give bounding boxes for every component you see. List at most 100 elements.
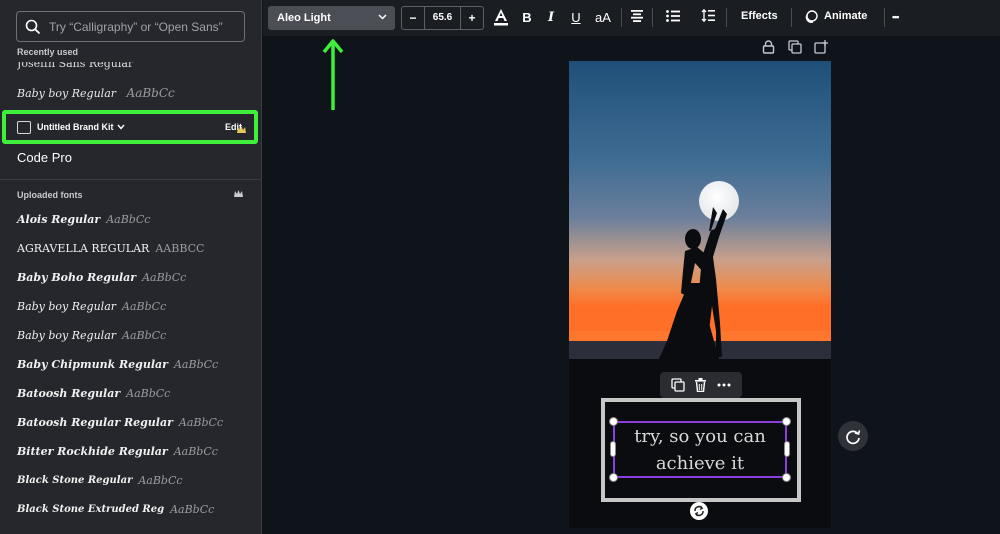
font-sample: AaBbCc	[138, 474, 183, 487]
font-size-increase-button[interactable]: +	[461, 11, 483, 25]
divider	[0, 179, 261, 180]
brand-kit-label: Untitled Brand Kit	[37, 122, 114, 132]
font-sample: AaBbCc	[173, 445, 218, 458]
animate-button[interactable]: Animate	[824, 10, 867, 22]
font-sample: AaBbCc	[126, 86, 175, 100]
recently-used-label: Recently used	[17, 47, 79, 57]
font-sample: AaBbCc	[173, 358, 219, 371]
toolbar-divider	[621, 8, 622, 27]
letter-case-button[interactable]: aA	[592, 8, 614, 28]
font-family-value: Aleo Light	[277, 12, 331, 24]
font-name: Black Stone Extruded Reg	[17, 504, 165, 515]
uploaded-font-item[interactable]: Bitter Rockhide Regular AaBbCc	[0, 437, 261, 466]
font-name: AGRAVELLA REGULAR	[17, 242, 150, 255]
text-line: try, so you can	[634, 426, 766, 447]
uploaded-font-item[interactable]: Baby boy Regular AaBbCc	[0, 292, 261, 321]
recent-font-item[interactable]: Joseffn Sans Regular	[17, 62, 133, 70]
font-sample: AaBbCc	[126, 387, 171, 400]
animate-icon	[805, 10, 818, 23]
text-line: achieve it	[655, 453, 745, 474]
uploaded-font-item[interactable]: Baby Chipmunk Regular AaBbCc	[0, 350, 261, 379]
font-name: Baby boy Regular	[17, 329, 117, 342]
text-align-button[interactable]	[628, 8, 646, 28]
uploaded-font-item[interactable]: Black Stone Regular AaBbCc	[0, 466, 261, 495]
font-sample: AaBbCc	[170, 503, 215, 516]
crown-icon	[234, 190, 243, 197]
search-placeholder: Try “Calligraphy” or “Open Sans”	[49, 19, 223, 34]
refresh-icon	[846, 430, 861, 445]
font-name: Batoosh Regular	[17, 387, 121, 400]
font-name: Alois Regular	[17, 213, 101, 226]
add-page-icon[interactable]	[814, 40, 828, 54]
uploaded-font-item[interactable]: Batoosh Regular Regular AaBbCc	[0, 408, 261, 437]
recent-font-item[interactable]: Baby boy Regular AaBbCc	[17, 86, 175, 100]
uploaded-font-item[interactable]: Baby boy Regular AaBbCc	[0, 321, 261, 350]
text-color-icon	[494, 9, 508, 26]
italic-button[interactable]: I	[542, 8, 560, 28]
uploaded-fonts-label: Uploaded fonts	[17, 190, 83, 200]
bulleted-list-icon	[666, 10, 680, 22]
toolbar-divider	[791, 8, 792, 27]
font-name: Batoosh Regular Regular	[17, 416, 173, 429]
element-floating-toolbar	[660, 372, 742, 398]
arrow-up-annotation	[322, 39, 344, 110]
resize-handle-right[interactable]	[784, 441, 790, 457]
font-name: Code Pro	[17, 150, 72, 165]
uploaded-font-item[interactable]: Baby Boho Regular AaBbCc	[0, 263, 261, 292]
uploaded-fonts-list: Alois Regular AaBbCc AGRAVELLA REGULAR AAB…	[0, 205, 261, 524]
moon	[699, 181, 739, 221]
trash-icon[interactable]	[694, 378, 707, 392]
brand-font-item[interactable]: Code Pro	[17, 150, 72, 165]
toolbar-divider	[726, 8, 727, 27]
font-sample: AaBbCc	[142, 271, 187, 284]
uploaded-font-item[interactable]: AGRAVELLA REGULAR AABBCC	[0, 234, 261, 263]
font-sample: AABBCC	[155, 242, 205, 255]
refresh-button[interactable]	[838, 421, 868, 451]
line-spacing-icon	[701, 8, 715, 23]
rotate-handle[interactable]	[690, 502, 708, 520]
resize-handle-bottom-right[interactable]	[782, 473, 791, 482]
crown-icon	[237, 126, 246, 133]
chevron-down-icon	[116, 124, 125, 130]
brand-kit-selector[interactable]: Untitled Brand Kit Edit	[2, 110, 258, 144]
uploaded-font-item[interactable]: Black Stone Extruded Reg AaBbCc	[0, 495, 261, 524]
chevron-down-icon	[378, 14, 387, 20]
font-size-input[interactable]: 65.6	[424, 7, 461, 29]
bold-button[interactable]: B	[518, 8, 536, 28]
list-button[interactable]	[664, 8, 682, 28]
underline-button[interactable]: U	[567, 8, 585, 28]
resize-handle-top-right[interactable]	[782, 417, 791, 426]
copy-icon[interactable]	[671, 378, 685, 392]
text-color-button[interactable]	[492, 8, 510, 28]
font-size-control: − 65.6 +	[401, 6, 484, 30]
toolbar-divider	[884, 8, 885, 27]
toolbar-divider	[652, 8, 653, 27]
effects-button[interactable]: Effects	[741, 10, 778, 22]
brand-kit-icon	[17, 120, 31, 134]
uploaded-font-item[interactable]: Batoosh Regular AaBbCc	[0, 379, 261, 408]
search-icon	[25, 19, 41, 34]
font-name: Baby boy Regular	[17, 300, 117, 313]
duplicate-icon[interactable]	[788, 40, 802, 54]
more-options-button[interactable]: •••	[892, 12, 900, 22]
spacing-button[interactable]	[699, 8, 717, 28]
resize-handle-left[interactable]	[610, 441, 616, 457]
font-sample: AaBbCc	[178, 416, 224, 429]
rotate-icon	[694, 505, 704, 517]
font-sidebar: Try “Calligraphy” or “Open Sans” Recentl…	[0, 0, 262, 534]
resize-handle-bottom-left[interactable]	[609, 473, 618, 482]
lock-icon[interactable]	[762, 40, 775, 54]
uploaded-font-item[interactable]: Alois Regular AaBbCc	[0, 205, 261, 234]
font-size-decrease-button[interactable]: −	[402, 11, 424, 25]
align-center-icon	[631, 10, 643, 22]
font-sample: AaBbCc	[106, 213, 151, 226]
font-search-box[interactable]: Try “Calligraphy” or “Open Sans”	[16, 11, 245, 42]
font-name: Bitter Rockhide Regular	[17, 445, 168, 458]
font-name: Baby boy Regular	[17, 87, 117, 100]
resize-handle-top-left[interactable]	[609, 417, 618, 426]
font-name: Baby Boho Regular	[17, 271, 137, 284]
selected-text-element[interactable]: try, so you can achieve it	[613, 421, 787, 478]
font-family-dropdown[interactable]: Aleo Light	[268, 6, 395, 30]
more-icon[interactable]	[717, 378, 731, 392]
font-name: Black Stone Regular	[17, 475, 133, 486]
